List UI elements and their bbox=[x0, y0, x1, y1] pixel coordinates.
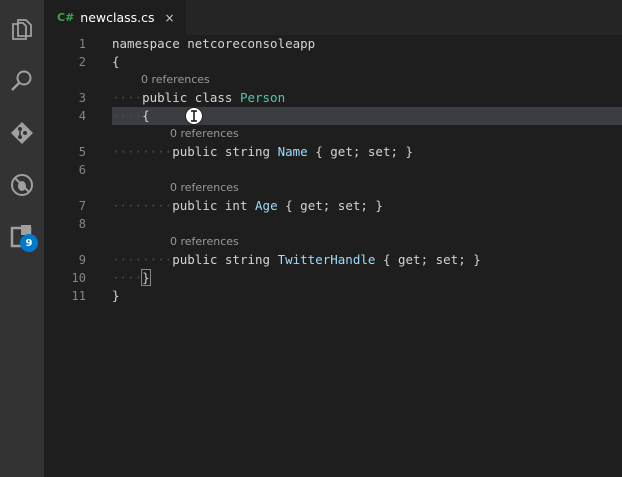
source-control-icon[interactable] bbox=[7, 118, 37, 148]
line-number: 2 bbox=[78, 55, 86, 69]
search-icon[interactable] bbox=[7, 66, 37, 96]
line-number: 6 bbox=[78, 163, 86, 177]
code-token: { get; set; } bbox=[375, 252, 481, 267]
line-number: 3 bbox=[78, 91, 86, 105]
code-lens-references[interactable]: 0 references bbox=[141, 71, 210, 89]
code-token: ········ bbox=[112, 198, 173, 213]
csharp-file-icon: C# bbox=[57, 11, 75, 24]
debug-icon[interactable] bbox=[7, 170, 37, 200]
code-token: ···· bbox=[112, 270, 143, 285]
code-token: } bbox=[112, 288, 120, 303]
line-number: 10 bbox=[71, 271, 86, 285]
activity-bar: 9 bbox=[0, 0, 44, 477]
code-token: Person bbox=[239, 90, 286, 105]
code-line[interactable]: { bbox=[112, 53, 120, 71]
code-editor[interactable]: 1 2 3 4 5 6 7 8 9 10 11 0 references 0 r… bbox=[44, 35, 622, 477]
code-token: public class bbox=[142, 90, 240, 105]
line-number: 11 bbox=[71, 289, 86, 303]
code-token: TwitterHandle bbox=[277, 252, 376, 267]
code-line[interactable]: ········public string TwitterHandle { ge… bbox=[112, 251, 481, 269]
code-token: ···· bbox=[112, 108, 143, 123]
code-line[interactable]: ········public string Name { get; set; } bbox=[112, 143, 413, 161]
code-token: Age bbox=[255, 198, 278, 213]
code-lens-references[interactable]: 0 references bbox=[170, 233, 239, 251]
code-token: public string bbox=[172, 252, 278, 267]
close-icon[interactable]: × bbox=[165, 11, 175, 25]
code-lens-references[interactable]: 0 references bbox=[170, 179, 239, 197]
code-lens-references[interactable]: 0 references bbox=[170, 125, 239, 143]
extensions-badge: 9 bbox=[20, 234, 38, 252]
code-line[interactable]: namespace netcoreconsoleapp bbox=[112, 35, 315, 53]
code-token: public int bbox=[172, 198, 256, 213]
code-token: Name bbox=[277, 144, 308, 159]
code-token: ···· bbox=[112, 90, 143, 105]
code-token: } bbox=[141, 269, 151, 286]
code-token: ········ bbox=[112, 144, 173, 159]
code-token: { get; set; } bbox=[277, 198, 383, 213]
tab-newclass[interactable]: C# newclass.cs × bbox=[44, 0, 186, 35]
line-number: 5 bbox=[78, 145, 86, 159]
explorer-icon[interactable] bbox=[7, 14, 37, 44]
line-number: 7 bbox=[78, 199, 86, 213]
code-token: { get; set; } bbox=[307, 144, 414, 159]
code-token: { bbox=[142, 108, 150, 123]
tab-bar: C# newclass.cs × bbox=[44, 0, 622, 35]
tab-title: newclass.cs bbox=[80, 10, 155, 25]
line-number: 1 bbox=[78, 37, 86, 51]
line-number: 8 bbox=[78, 217, 86, 231]
code-line[interactable]: ····{ bbox=[112, 107, 150, 125]
code-line[interactable]: } bbox=[112, 287, 120, 305]
text-cursor-icon bbox=[184, 106, 204, 126]
code-line[interactable]: ····public class Person bbox=[112, 89, 285, 107]
line-number: 4 bbox=[78, 109, 86, 123]
code-token: netcoreconsoleapp bbox=[179, 36, 316, 51]
code-line[interactable]: ····} bbox=[112, 269, 151, 287]
code-token: public string bbox=[172, 144, 278, 159]
line-number: 9 bbox=[78, 253, 86, 267]
code-token: namespace bbox=[112, 36, 180, 51]
code-token: ········ bbox=[112, 252, 173, 267]
code-token: { bbox=[112, 54, 120, 69]
code-line[interactable]: ········public int Age { get; set; } bbox=[112, 197, 383, 215]
vscode-window: 9 C# newclass.cs × 1 2 3 4 5 6 7 8 9 10 … bbox=[0, 0, 622, 477]
